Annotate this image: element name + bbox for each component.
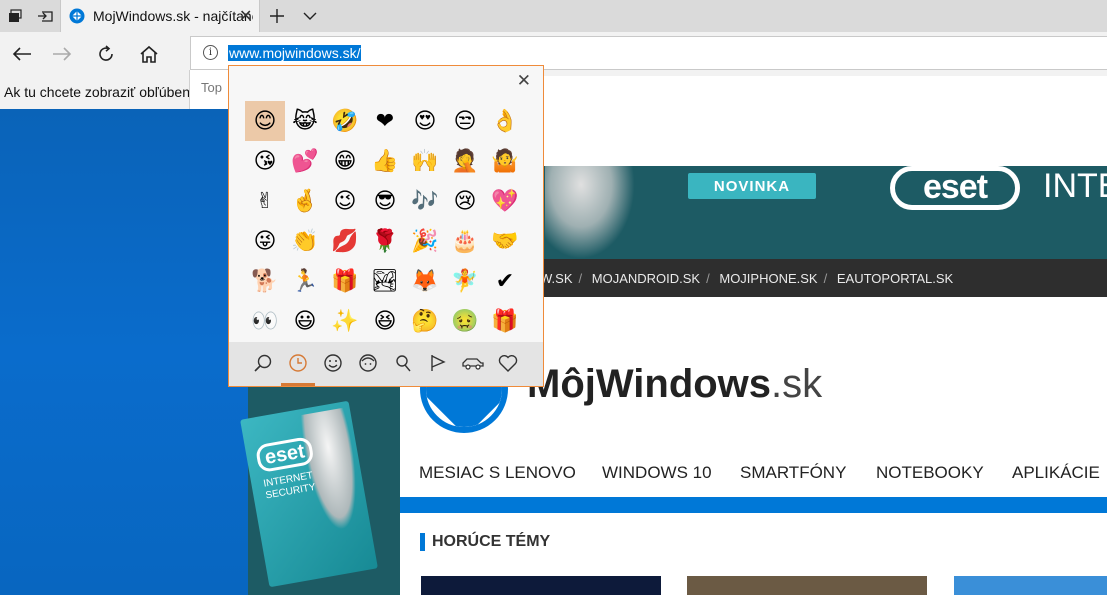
emoji-item[interactable]: 🦊 [405, 261, 445, 301]
home-icon[interactable] [127, 32, 171, 76]
emoji-item[interactable]: 🎶 [405, 181, 445, 221]
desktop-background [0, 109, 248, 595]
favorites-bar-hint: Ak tu chcete zobraziť obľúbené [4, 84, 198, 100]
emoji-item[interactable]: ✔ [485, 261, 525, 301]
nav-item-windows10[interactable]: WINDOWS 10 [602, 463, 712, 483]
emoji-item[interactable]: 🤝 [485, 221, 525, 261]
transport-car-icon[interactable] [456, 348, 490, 378]
nav-item-lenovo[interactable]: MESIAC S LENOVO [419, 463, 576, 483]
emoji-item[interactable]: 🧚 [445, 261, 485, 301]
emoji-item[interactable]: 👍 [365, 141, 405, 181]
search-icon[interactable] [246, 348, 280, 378]
heading-marker [420, 533, 425, 551]
nav-underline-bar [400, 497, 1107, 513]
network-links: W.SK / MOJANDROID.SK / MOJIPHONE.SK / EAUTO… [540, 271, 954, 286]
people-icon[interactable] [351, 348, 385, 378]
forward-icon[interactable] [40, 32, 84, 76]
emoji-item[interactable]: 🤷 [485, 141, 525, 181]
banner-text: INTE [1043, 167, 1107, 205]
emoji-item[interactable]: 😘 [245, 141, 285, 181]
emoji-item[interactable]: 😹 [285, 101, 325, 141]
emoji-item[interactable]: 😆 [365, 301, 405, 341]
emoji-item[interactable]: 🤔 [405, 301, 445, 341]
address-url[interactable]: www.mojwindows.sk/ [228, 45, 362, 61]
emoji-item[interactable]: ❤ [365, 101, 405, 141]
logo-main: MôjWindows [527, 362, 772, 406]
heart-icon[interactable] [491, 348, 525, 378]
emoji-item[interactable]: 💋 [325, 221, 365, 261]
nav-item-smartfony[interactable]: SMARTFÓNY [740, 463, 846, 483]
emoji-item[interactable]: 👀 [245, 301, 285, 341]
nav-item-aplikacie[interactable]: APLIKÁCIE [1012, 463, 1100, 483]
set-aside-tabs-icon[interactable] [30, 0, 60, 32]
close-icon[interactable]: ✕ [517, 71, 531, 91]
emoji-item[interactable]: 👌 [485, 101, 525, 141]
article-thumbnail[interactable] [687, 576, 927, 595]
site-info-icon[interactable]: i [203, 45, 218, 60]
refresh-icon[interactable] [84, 32, 128, 76]
emoji-item[interactable]: ✨ [325, 301, 365, 341]
site-logo-text[interactable]: MôjWindows.sk [527, 362, 822, 407]
tab-list-chevron-icon[interactable] [295, 0, 325, 32]
main-navigation: MESIAC S LENOVO WINDOWS 10 SMARTFÓNY NOT… [400, 455, 1107, 493]
network-link[interactable]: MOJANDROID.SK [592, 271, 700, 286]
smiley-icon[interactable] [316, 348, 350, 378]
emoji-item[interactable]: 🎁 [325, 261, 365, 301]
celebration-icon[interactable] [421, 348, 455, 378]
banner-figure [545, 166, 635, 259]
network-link[interactable]: MOJIPHONE.SK [719, 271, 817, 286]
eset-product-box: eset INTERNET SECURITY [240, 400, 378, 588]
emoji-item[interactable]: 🎁 [485, 301, 525, 341]
emoji-item[interactable]: 🤦 [445, 141, 485, 181]
emoji-item[interactable]: 😎 [365, 181, 405, 221]
favorites-bar: Ak tu chcete zobraziť obľúbené [0, 76, 198, 109]
banner-eset-logo: eset [890, 166, 1020, 210]
section-title: HORÚCE TÉMY [432, 533, 551, 550]
emoji-item[interactable]: 😉 [325, 181, 365, 221]
emoji-item[interactable]: 😍 [405, 101, 445, 141]
nav-item-notebooky[interactable]: NOTEBOOKY [876, 463, 984, 483]
emoji-item[interactable]: 💖 [485, 181, 525, 221]
side-ad-logo: eset [254, 435, 315, 474]
emoji-item[interactable]: 😜 [245, 221, 285, 261]
emoji-item[interactable]: 😊 [245, 101, 285, 141]
tab-title: MojWindows.sk - najčítanejší [93, 8, 253, 24]
emoji-item[interactable]: 🐕 [245, 261, 285, 301]
back-icon[interactable] [0, 32, 44, 76]
emoji-item[interactable]: 👏 [285, 221, 325, 261]
emoji-item[interactable]: 😒 [445, 101, 485, 141]
emoji-panel: ✕ 😊 😹 🤣 ❤ 😍 😒 👌 😘 💕 😁 👍 🙌 🤦 🤷 ✌ 🤞 😉 😎 🎶 😢 💖 😜 👏 💋 🌹 🎉 🎂 🤝 🐕 🏃 🎁 🏞 🦊 🧚 ✔ 👀 😃 ✨… [228, 65, 544, 387]
emoji-item[interactable]: 🤢 [445, 301, 485, 341]
emoji-item[interactable]: 😢 [445, 181, 485, 221]
emoji-item[interactable]: 🙌 [405, 141, 445, 181]
recent-clock-icon[interactable] [281, 348, 315, 386]
article-thumbnail[interactable] [421, 576, 661, 595]
active-tab[interactable]: MojWindows.sk - najčítanejší ✕ [60, 0, 260, 32]
emoji-item[interactable]: 🌹 [365, 221, 405, 261]
emoji-item[interactable]: 🤞 [285, 181, 325, 221]
network-link[interactable]: W.SK [540, 271, 573, 286]
tab-close-icon[interactable]: ✕ [239, 6, 252, 26]
tab-manager-icon[interactable] [0, 0, 30, 32]
emoji-item[interactable]: 🏞 [365, 261, 405, 301]
banner-badge: NOVINKA [688, 173, 816, 199]
new-tab-icon[interactable] [262, 0, 292, 32]
emoji-item[interactable]: 🎉 [405, 221, 445, 261]
site-favicon-icon [69, 8, 85, 24]
emoji-item[interactable]: 🤣 [325, 101, 365, 141]
emoji-item[interactable]: 😃 [285, 301, 325, 341]
emoji-item[interactable]: ✌ [245, 181, 285, 221]
logo-tld: .sk [771, 362, 823, 406]
article-thumbnail[interactable] [954, 576, 1107, 595]
suggestions-label: Top [201, 80, 222, 95]
emoji-item[interactable]: 😁 [325, 141, 365, 181]
network-link[interactable]: EAUTOPORTAL.SK [837, 271, 953, 286]
emoji-item[interactable]: 🏃 [285, 261, 325, 301]
emoji-item[interactable]: 💕 [285, 141, 325, 181]
places-pin-icon[interactable] [386, 348, 420, 378]
side-eset-ad[interactable]: eset INTERNET SECURITY [240, 385, 400, 595]
emoji-category-bar [229, 342, 543, 386]
emoji-item[interactable]: 🎂 [445, 221, 485, 261]
